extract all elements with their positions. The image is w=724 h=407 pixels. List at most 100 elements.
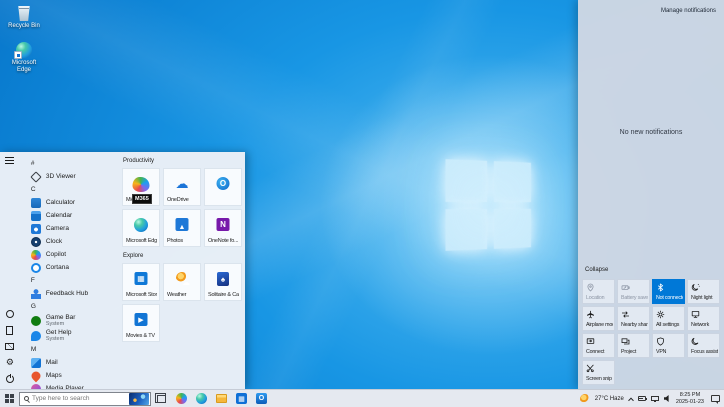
quick-action-connect[interactable]: Connect [582,333,615,358]
start-app-list: # 3D Viewer C Calculator Calendar Camera… [20,152,119,389]
tray-date: 2025-01-23 [676,399,704,406]
app-item-media-player[interactable]: Media Player [20,382,119,389]
app-list-header[interactable]: F [20,274,119,287]
maps-icon [29,369,42,382]
tile-microsoft-store[interactable]: ▦ Microsoft Store [122,263,160,301]
outlook-taskbar-icon[interactable]: O [256,393,267,404]
tile-group-title[interactable]: Explore [123,253,242,259]
desktop-icon-recycle-bin[interactable]: Recycle Bin [1,6,47,30]
tray-overflow-chevron-icon[interactable] [628,397,634,403]
quick-actions-grid: Location Battery saver Not connected Nig… [582,279,720,385]
quick-action-screen-snip[interactable]: Screen snip [582,360,615,385]
weather-text[interactable]: 27°C Haze [595,396,624,402]
tile-microsoft-edge[interactable]: Microsoft Edge [122,209,160,247]
quick-action-night-light[interactable]: Night light [687,279,720,304]
app-item-feedback-hub[interactable]: Feedback Hub [20,287,119,300]
tile-group-title[interactable]: Productivity [123,158,242,164]
user-icon[interactable] [6,310,14,318]
app-list-header[interactable]: M [20,343,119,356]
tile-onedrive[interactable]: ☁ OneDrive [163,168,201,206]
focus-assist-moon-icon [691,337,700,346]
app-list-header[interactable]: G [20,300,119,313]
quick-action-project[interactable]: Project [617,333,650,358]
quick-action-focus-assist[interactable]: Focus assist [687,333,720,358]
tile-solitaire[interactable]: ♠ Solitaire & Ca... [204,263,242,301]
tile-onenote[interactable]: N OneNote fo... [204,209,242,247]
app-item-clock[interactable]: Clock [20,235,119,248]
collapse-link[interactable]: Collapse [585,267,608,273]
quick-action-bluetooth[interactable]: Not connected [652,279,685,304]
search-highlight-image[interactable] [129,393,149,405]
screen-snip-icon [586,364,595,373]
app-item-3d-viewer[interactable]: 3D Viewer [20,170,119,183]
battery-saver-icon [621,283,630,292]
action-center-icon[interactable] [711,395,720,402]
taskbar-search[interactable] [19,392,151,406]
app-item-calendar[interactable]: Calendar [20,209,119,222]
camera-icon [31,224,41,234]
solitaire-icon: ♠ [217,272,229,286]
photos-icon: ▲ [176,218,189,231]
start-menu: ⚙ # 3D Viewer C Calculator Calendar Came… [0,152,245,389]
app-item-get-help[interactable]: Get Help System [20,328,119,343]
calculator-icon [31,198,41,208]
app-item-camera[interactable]: Camera [20,222,119,235]
clock[interactable]: 8:25 PM 2025-01-23 [676,392,704,406]
app-item-mail[interactable]: Mail [20,356,119,369]
menu-icon[interactable] [5,157,14,164]
night-light-icon [691,283,700,292]
tile-weather[interactable]: Weather [163,263,201,301]
game-bar-icon [31,316,41,326]
tile-photos[interactable]: ▲ Photos [163,209,201,247]
system-tray: 27°C Haze 8:25 PM 2025-01-23 [580,392,724,406]
clock-icon [31,237,41,247]
network-icon [691,310,700,319]
network-tray-icon[interactable] [651,396,659,402]
quick-action-battery-saver[interactable]: Battery saver [617,279,650,304]
copilot-taskbar-icon[interactable] [176,393,187,404]
file-explorer-icon[interactable] [216,394,227,403]
quick-action-vpn[interactable]: VPN [652,333,685,358]
tile-microsoft-365-copilot[interactable]: M365 Mic [122,168,160,206]
task-view-icon[interactable] [157,395,166,403]
quick-action-nearby-sharing[interactable]: Nearby sharing [617,306,650,331]
battery-icon[interactable] [638,396,646,401]
app-item-game-bar[interactable]: Game Bar System [20,313,119,328]
speaker-icon[interactable] [664,395,671,402]
manage-notifications-link[interactable]: Manage notifications [661,8,716,14]
app-item-calculator[interactable]: Calculator [20,196,119,209]
app-item-copilot[interactable]: Copilot [20,248,119,261]
quick-action-location[interactable]: Location [582,279,615,304]
microsoft-store-taskbar-icon[interactable]: ▦ [236,393,247,404]
app-list-header[interactable]: # [20,157,119,170]
search-input[interactable] [32,395,126,402]
desktop-icon-microsoft-edge[interactable]: Microsoft Edge [1,42,47,74]
search-icon [24,396,29,401]
app-list-header[interactable]: C [20,183,119,196]
pictures-icon[interactable] [5,343,14,350]
quick-action-network[interactable]: Network [687,306,720,331]
edge-taskbar-icon[interactable] [196,393,207,404]
settings-gear-icon[interactable]: ⚙ [6,358,14,367]
tile-movies-tv[interactable]: ▶ Movies & TV [122,304,160,342]
start-menu-rail: ⚙ [0,152,20,389]
microsoft-365-copilot-icon [133,177,150,192]
onenote-icon: N [217,218,230,231]
power-icon[interactable] [6,375,14,383]
documents-icon[interactable] [6,326,13,335]
start-button[interactable] [0,390,19,407]
nearby-sharing-icon [621,310,630,319]
quick-action-all-settings[interactable]: All settings [652,306,685,331]
weather-tray-icon[interactable] [580,394,590,404]
taskbar: ▦ O 27°C Haze 8:25 PM 2025-01-23 [0,389,724,407]
microsoft-store-icon: ▦ [135,272,148,285]
vpn-icon [656,337,665,346]
quick-action-airplane-mode[interactable]: Airplane mode [582,306,615,331]
desktop-icon-label: Microsoft Edge [9,60,39,74]
bluetooth-icon [656,283,665,292]
app-item-maps[interactable]: Maps [20,369,119,382]
app-item-cortana[interactable]: Cortana [20,261,119,274]
start-tiles: Productivity M365 Mic ☁ OneDrive O Micro… [119,152,245,389]
cortana-icon [31,263,41,273]
tile-outlook[interactable]: O [204,168,242,206]
